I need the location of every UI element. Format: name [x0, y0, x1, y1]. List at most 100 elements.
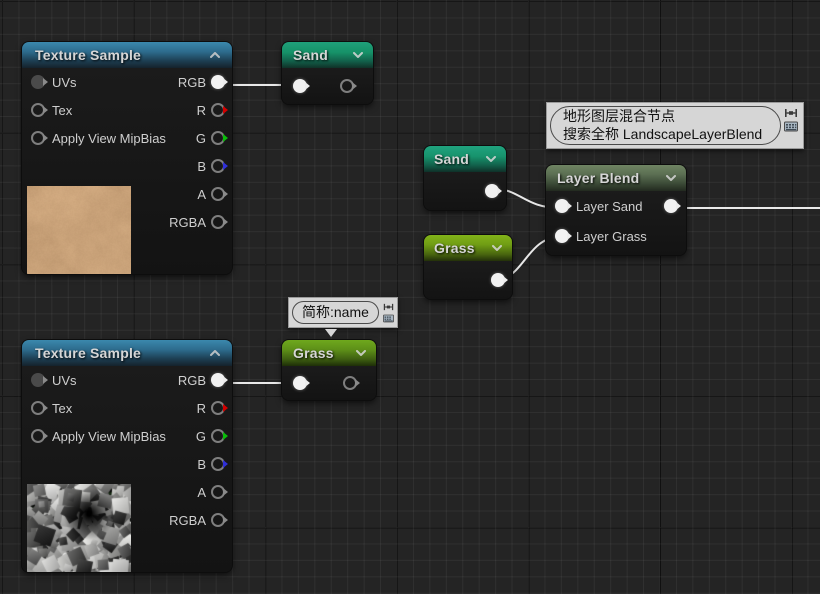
chevron-up-icon[interactable]	[208, 48, 222, 62]
pin-uvs[interactable]	[31, 373, 48, 387]
node-body: UVs RGB Tex R Apply View MipBias G B A R…	[22, 366, 232, 572]
node-title: Sand	[293, 47, 329, 63]
pin-label-apply-view-mipbias: Apply View MipBias	[52, 130, 166, 146]
node-header[interactable]: Layer Blend	[546, 165, 686, 191]
pin-row-layer-grass: Layer Grass	[546, 221, 686, 251]
chevron-down-icon[interactable]	[664, 171, 678, 185]
pin-row-tex-r: Tex R	[22, 394, 232, 422]
pin-apply-view-mipbias[interactable]	[31, 131, 48, 145]
pin-label-uvs: UVs	[52, 372, 77, 388]
node-grass-mid[interactable]: Grass	[424, 235, 512, 299]
pin-rgba[interactable]	[211, 513, 228, 527]
texture-thumbnail-rock	[27, 484, 131, 572]
chevron-down-icon[interactable]	[354, 346, 368, 360]
material-graph-canvas[interactable]: Texture Sample UVs RGB Tex R Apply View …	[0, 0, 820, 594]
pin-row-uvs-rgb: UVs RGB	[22, 68, 232, 96]
pin-tex[interactable]	[31, 401, 48, 415]
pin-row-mipbias-g: Apply View MipBias G	[22, 422, 232, 450]
keyboard-icon[interactable]	[784, 121, 798, 132]
pin-label-g: G	[195, 428, 206, 444]
callout-icon-group	[781, 106, 801, 145]
pin-a[interactable]	[211, 485, 228, 499]
pin-row	[424, 261, 512, 299]
pin-label-tex: Tex	[52, 102, 73, 118]
node-title: Grass	[293, 345, 334, 361]
callout-tail	[325, 329, 337, 337]
move-handle-icon[interactable]	[784, 108, 798, 118]
pin-layer-blend-output[interactable]	[664, 199, 681, 213]
pin-row	[424, 172, 506, 210]
keyboard-icon[interactable]	[383, 314, 395, 323]
node-title: Texture Sample	[35, 345, 142, 361]
node-body	[282, 366, 376, 400]
pin-label-rgba: RGBA	[169, 512, 206, 528]
pin-sand-output[interactable]	[340, 79, 357, 93]
callout-landscape-layer-blend[interactable]: 地形图层混合节点 搜索全称 LandscapeLayerBlend	[546, 102, 804, 149]
pin-label-r: R	[196, 102, 206, 118]
pin-label-rgb: RGB	[177, 74, 206, 90]
node-header[interactable]: Grass	[282, 340, 376, 366]
pin-a[interactable]	[211, 187, 228, 201]
pin-label-g: G	[195, 130, 206, 146]
move-handle-icon[interactable]	[383, 303, 394, 311]
node-layer-blend[interactable]: Layer Blend Layer Sand Layer Grass	[546, 165, 686, 255]
pin-label-rgb: RGB	[177, 372, 206, 388]
pin-apply-view-mipbias[interactable]	[31, 429, 48, 443]
callout-icon-group	[379, 301, 399, 324]
pin-label-apply-view-mipbias: Apply View MipBias	[52, 428, 166, 444]
node-header[interactable]: Texture Sample	[22, 340, 232, 366]
node-grass-bottom[interactable]: Grass	[282, 340, 376, 400]
chevron-down-icon[interactable]	[351, 48, 365, 62]
callout-line-2: 搜索全称 LandscapeLayerBlend	[563, 126, 763, 142]
chevron-down-icon[interactable]	[484, 152, 498, 166]
pin-b[interactable]	[211, 457, 228, 471]
callout-name-note[interactable]: 简称:name	[288, 297, 399, 337]
pin-row-layer-sand: Layer Sand	[546, 191, 686, 221]
pin-row-uvs-rgb: UVs RGB	[22, 366, 232, 394]
node-texture-sample-sand[interactable]: Texture Sample UVs RGB Tex R Apply View …	[22, 42, 232, 274]
node-header[interactable]: Sand	[424, 146, 506, 172]
pin-b[interactable]	[211, 159, 228, 173]
pin-label-uvs: UVs	[52, 74, 77, 90]
pin-layer-sand[interactable]	[555, 199, 572, 213]
pin-rgb[interactable]	[211, 373, 228, 387]
pin-row	[282, 68, 373, 104]
node-header[interactable]: Sand	[282, 42, 373, 68]
pin-grass-mid-output[interactable]	[491, 273, 508, 287]
pin-grass-input[interactable]	[293, 376, 310, 390]
pin-row-tex-r: Tex R	[22, 96, 232, 124]
node-header[interactable]: Texture Sample	[22, 42, 232, 68]
pin-sand-input[interactable]	[293, 79, 310, 93]
pin-rgba[interactable]	[211, 215, 228, 229]
texture-thumbnail-sand	[27, 186, 131, 274]
pin-grass-output[interactable]	[343, 376, 360, 390]
pin-r[interactable]	[211, 103, 228, 117]
pin-sand-mid-output[interactable]	[485, 184, 502, 198]
node-title: Texture Sample	[35, 47, 142, 63]
pin-row	[282, 366, 376, 400]
node-header[interactable]: Grass	[424, 235, 512, 261]
pin-label-b: B	[197, 456, 206, 472]
pin-r[interactable]	[211, 401, 228, 415]
chevron-up-icon[interactable]	[208, 346, 222, 360]
pin-uvs[interactable]	[31, 75, 48, 89]
pin-rgb[interactable]	[211, 75, 228, 89]
pin-label-a: A	[197, 186, 206, 202]
pin-tex[interactable]	[31, 103, 48, 117]
node-title: Sand	[434, 151, 470, 167]
node-texture-sample-grass[interactable]: Texture Sample UVs RGB Tex R Apply View …	[22, 340, 232, 572]
pin-label-rgba: RGBA	[169, 214, 206, 230]
chevron-down-icon[interactable]	[490, 241, 504, 255]
pin-g[interactable]	[211, 131, 228, 145]
node-body	[424, 172, 506, 210]
node-sand-mid[interactable]: Sand	[424, 146, 506, 210]
pin-row-b: B	[22, 152, 232, 180]
callout-line-1: 地形图层混合节点	[563, 108, 675, 124]
node-body: Layer Sand Layer Grass	[546, 191, 686, 255]
node-sand-top[interactable]: Sand	[282, 42, 373, 104]
pin-label-layer-sand: Layer Sand	[576, 198, 643, 214]
node-body	[282, 68, 373, 104]
pin-g[interactable]	[211, 429, 228, 443]
node-body: UVs RGB Tex R Apply View MipBias G B A R…	[22, 68, 232, 274]
pin-layer-grass[interactable]	[555, 229, 572, 243]
